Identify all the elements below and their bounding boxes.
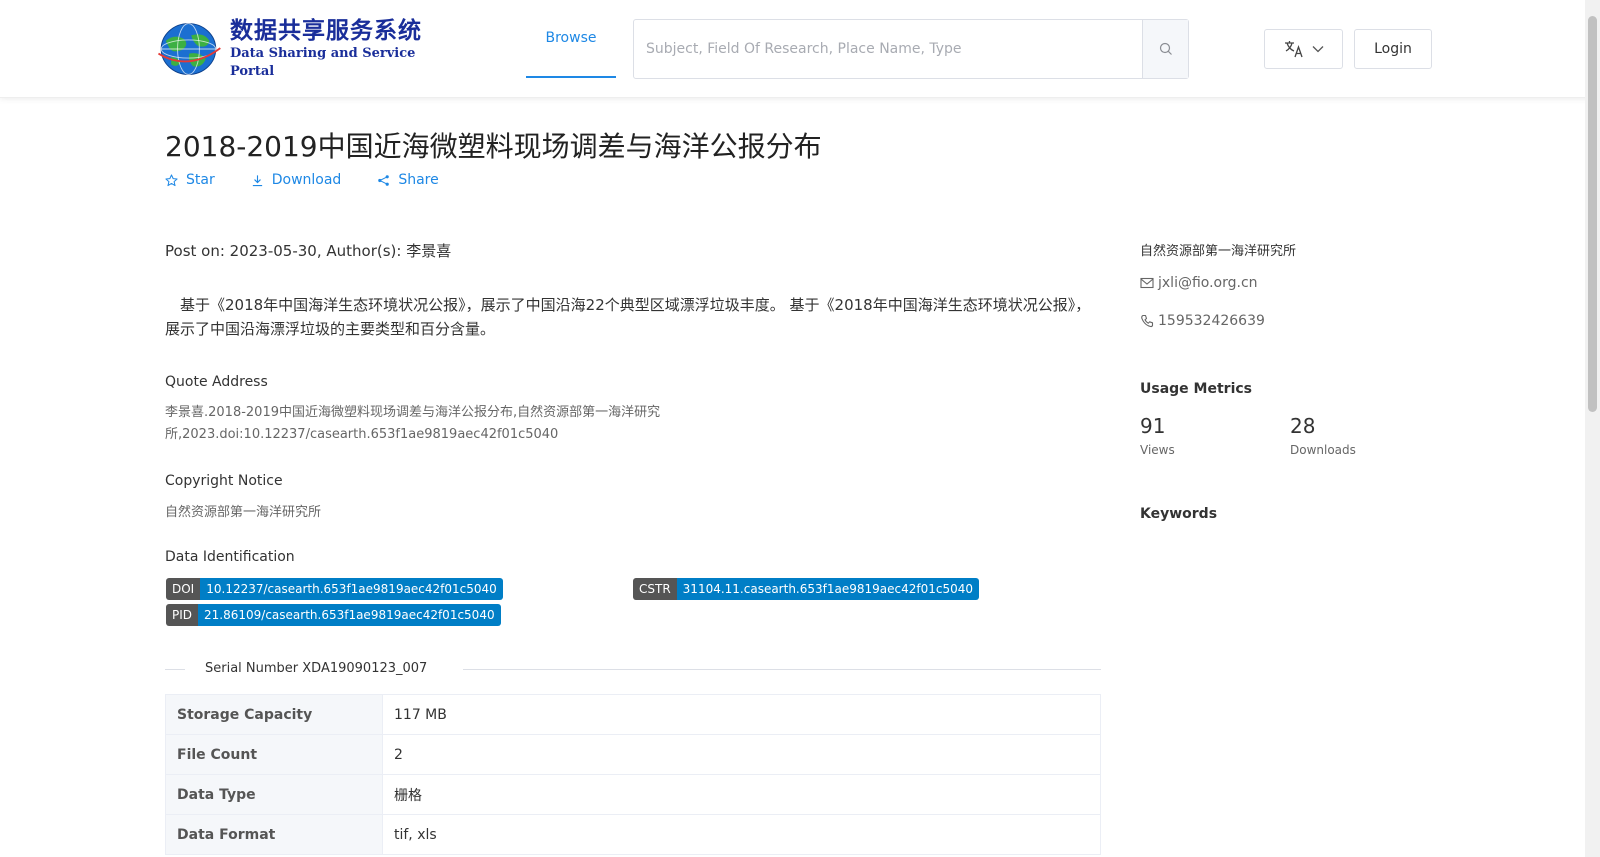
logo-text: 数据共享服务系统 Data Sharing and Service Portal: [230, 17, 443, 81]
contact-organization: 自然资源部第一海洋研究所: [1140, 244, 1297, 259]
meta-value: 栅格: [382, 774, 1101, 815]
mail-icon: [1140, 277, 1154, 289]
page-scrollbar-thumb[interactable]: [1588, 16, 1597, 412]
meta-label: Data Format: [165, 814, 383, 855]
doi-badge-value: 10.12237/casearth.653f1ae9819aec42f01c50…: [200, 578, 503, 600]
quote-address-label: Quote Address: [165, 374, 268, 390]
views-label: Views: [1140, 443, 1175, 457]
login-button[interactable]: Login: [1354, 29, 1432, 69]
logo-en-title: Data Sharing and Service Portal: [229, 46, 416, 79]
views-metric: 91 Views: [1140, 413, 1175, 457]
quote-address-text: 李景喜.2018-2019中国近海微塑料现场调差与海洋公报分布,自然资源部第一海…: [165, 405, 661, 442]
table-row: Data Format tif, xls: [165, 814, 1101, 855]
data-identification-label: Data Identification: [165, 549, 295, 565]
table-row: File Count 2: [165, 734, 1101, 775]
search-input[interactable]: [634, 20, 1142, 78]
download-label: Download: [271, 172, 342, 188]
meta-value: tif, xls: [382, 814, 1101, 855]
star-icon: [165, 173, 178, 186]
star-label: Star: [186, 172, 215, 188]
translate-icon: [1284, 41, 1303, 58]
contact-phone: 159532426639: [1140, 313, 1265, 329]
dataset-actions: Star Download Share: [165, 172, 439, 188]
dataset-metadata-table: Storage Capacity 117 MB File Count 2 Dat…: [165, 694, 1101, 855]
search-button[interactable]: [1142, 20, 1188, 78]
meta-label: File Count: [165, 734, 383, 775]
search-icon: [1159, 42, 1172, 55]
contact-email[interactable]: jxli@fio.org.cn: [1140, 275, 1258, 291]
chevron-down-icon: [1312, 46, 1323, 53]
downloads-count: 28: [1290, 414, 1316, 438]
nav-browse[interactable]: Browse: [526, 0, 616, 78]
pid-badge[interactable]: PID 21.86109/casearth.653f1ae9819aec42f0…: [166, 604, 501, 626]
share-label: Share: [398, 172, 439, 188]
meta-label: Data Type: [165, 774, 383, 815]
downloads-label: Downloads: [1290, 443, 1356, 457]
table-row: Data Type 栅格: [165, 774, 1101, 815]
post-info: Post on: 2023-05-30, Author(s): 李景喜: [165, 242, 452, 260]
page-title: 2018-2019中国近海微塑料现场调差与海洋公报分布: [165, 130, 822, 163]
language-switch-button[interactable]: [1264, 29, 1343, 69]
copyright-label: Copyright Notice: [165, 473, 283, 489]
doi-badge[interactable]: DOI 10.12237/casearth.653f1ae9819aec42f0…: [166, 578, 503, 600]
share-icon: [378, 174, 390, 186]
download-button[interactable]: Download: [251, 172, 342, 188]
meta-value: 117 MB: [382, 694, 1101, 735]
download-icon: [252, 174, 262, 186]
serial-divider: Serial Number XDA19090123_007: [165, 660, 1101, 679]
views-count: 91: [1140, 414, 1166, 438]
serial-number: Serial Number XDA19090123_007: [205, 661, 428, 676]
share-button[interactable]: Share: [377, 172, 439, 188]
globe-logo-icon: [157, 23, 221, 75]
top-header: 数据共享服务系统 Data Sharing and Service Portal…: [0, 0, 1600, 98]
usage-metrics-heading: Usage Metrics: [1140, 381, 1252, 397]
table-row: Storage Capacity 117 MB: [165, 694, 1101, 735]
cstr-badge-value: 31104.11.casearth.653f1ae9819aec42f01c50…: [676, 578, 980, 600]
star-button[interactable]: Star: [165, 172, 215, 188]
copyright-text: 自然资源部第一海洋研究所: [165, 505, 322, 520]
site-logo[interactable]: 数据共享服务系统 Data Sharing and Service Portal: [153, 17, 443, 81]
cstr-badge-key: CSTR: [633, 578, 677, 600]
doi-badge-key: DOI: [166, 578, 201, 600]
search-box: [633, 19, 1189, 79]
dataset-abstract: 基于《2018年中国海洋生态环境状况公报》，展示了中国沿海22个典型区域漂浮垃圾…: [165, 296, 1091, 338]
divider-rule-right: [463, 669, 1101, 670]
phone-icon: [1141, 314, 1154, 328]
logo-cn-title: 数据共享服务系统: [229, 17, 422, 44]
cstr-badge[interactable]: CSTR 31104.11.casearth.653f1ae9819aec42f…: [633, 578, 980, 600]
keywords-heading: Keywords: [1140, 506, 1218, 522]
pid-badge-key: PID: [166, 604, 199, 626]
downloads-metric: 28 Downloads: [1290, 413, 1356, 457]
contact-email-text: jxli@fio.org.cn: [1158, 275, 1258, 291]
meta-value: 2: [382, 734, 1101, 775]
meta-label: Storage Capacity: [165, 694, 383, 735]
divider-rule-left: [165, 669, 185, 670]
pid-badge-value: 21.86109/casearth.653f1ae9819aec42f01c50…: [198, 604, 501, 626]
contact-phone-text: 159532426639: [1158, 313, 1265, 329]
